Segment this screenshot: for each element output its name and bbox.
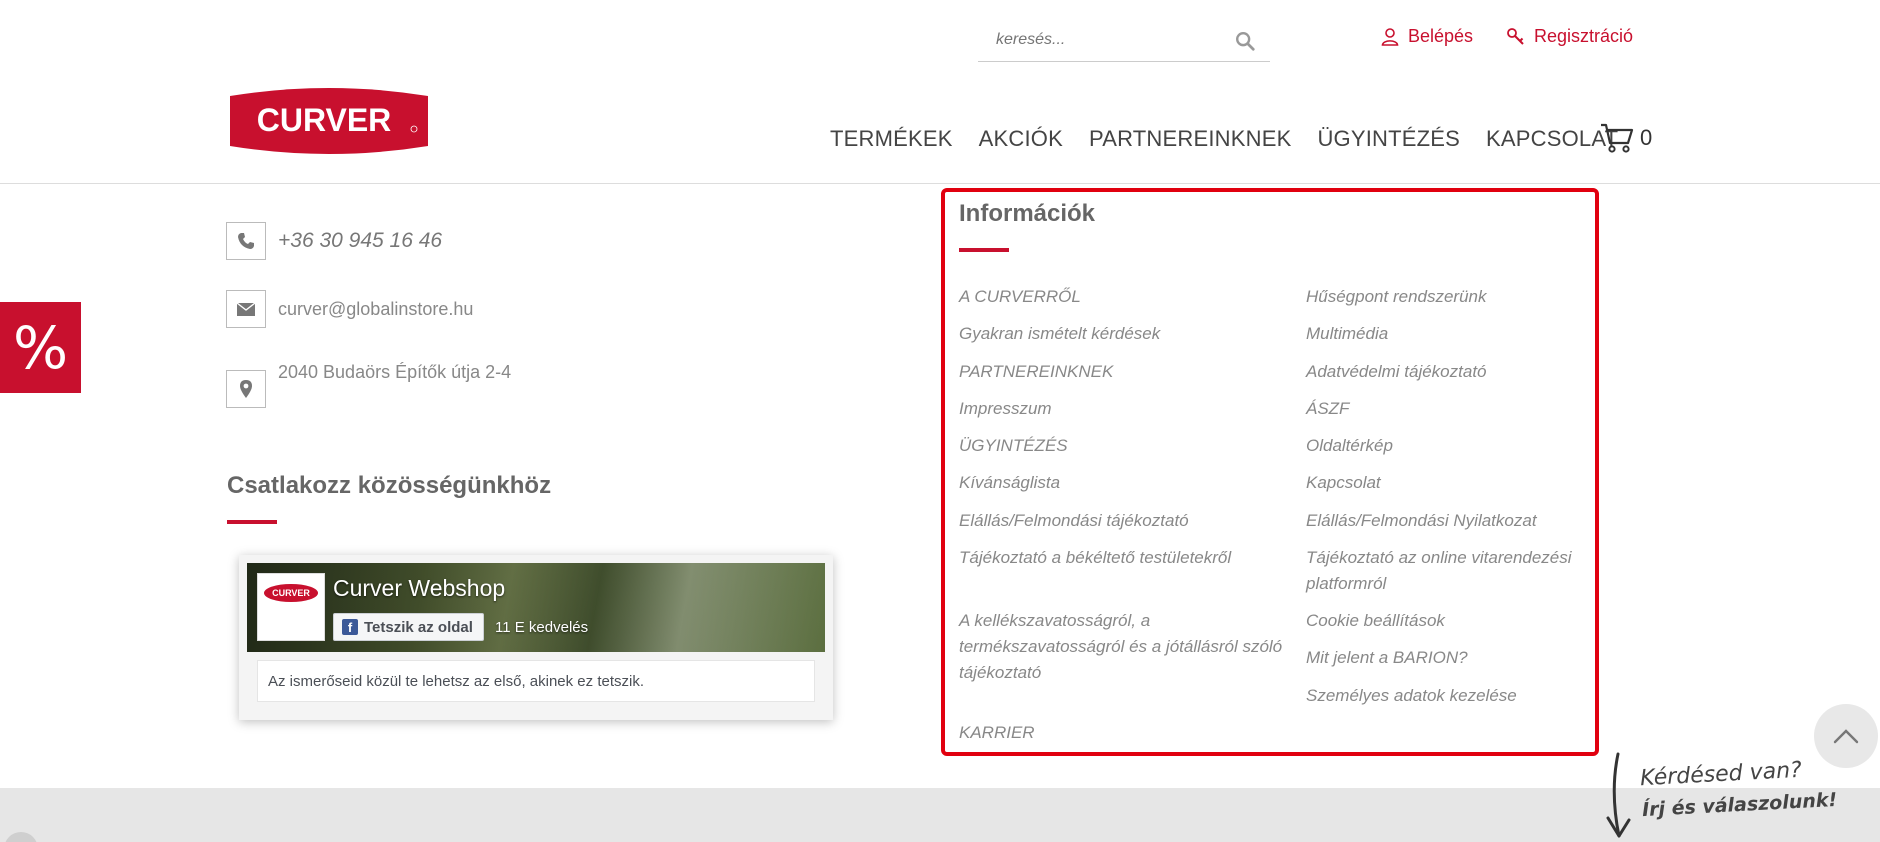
- contact-email-row: curver@globalinstore.hu: [226, 290, 473, 328]
- register-label: Regisztráció: [1534, 26, 1634, 46]
- info-link-privacy[interactable]: Adatvédelmi tájékoztató: [1306, 359, 1487, 385]
- nav-kapcsolat[interactable]: KAPCSOLAT: [1486, 126, 1618, 152]
- info-link-partners[interactable]: PARTNEREINKNEK: [959, 359, 1113, 385]
- facebook-like-label: Tetszik az oldal: [364, 618, 473, 636]
- facebook-page-name[interactable]: Curver Webshop: [333, 575, 505, 602]
- facebook-like-button[interactable]: f Tetszik az oldal: [333, 613, 484, 641]
- facebook-icon: f: [342, 619, 358, 635]
- facebook-page-widget: CURVER Curver Webshop f Tetszik az oldal…: [239, 555, 833, 720]
- search-icon[interactable]: [1234, 30, 1256, 52]
- info-link-arbitration-boards[interactable]: Tájékoztató a békéltető testületekről: [959, 545, 1289, 571]
- info-link-sitemap[interactable]: Oldaltérkép: [1306, 433, 1393, 459]
- info-link-withdrawal-info[interactable]: Elállás/Felmondási tájékoztató: [959, 508, 1189, 534]
- envelope-icon: [236, 302, 256, 316]
- info-link-about[interactable]: A CURVERRŐL: [959, 284, 1081, 310]
- register-link[interactable]: Regisztráció: [1506, 26, 1633, 47]
- phone-number[interactable]: +36 30 945 16 46: [278, 229, 442, 253]
- community-title: Csatlakozz közösségünkhöz: [227, 472, 552, 499]
- email-address[interactable]: curver@globalinstore.hu: [278, 299, 473, 320]
- promo-percent-button[interactable]: %: [0, 302, 81, 393]
- nav-termekek[interactable]: TERMÉKEK: [830, 126, 953, 152]
- site-header: Belépés Regisztráció CURVER TERMÉKEK AKC…: [0, 0, 1880, 184]
- cart-icon: [1601, 123, 1634, 153]
- cart-count: 0: [1640, 125, 1653, 150]
- info-link-personal-data[interactable]: Személyes adatok kezelése: [1306, 683, 1517, 709]
- postal-address: 2040 Budaörs Építők útja 2-4: [278, 361, 512, 382]
- percent-icon: %: [12, 313, 69, 382]
- map-pin-icon: [240, 380, 252, 398]
- email-icon-box: [226, 290, 266, 328]
- user-icon: [1381, 27, 1399, 46]
- login-link[interactable]: Belépés: [1380, 26, 1473, 47]
- scroll-to-top-button[interactable]: [1814, 704, 1878, 768]
- info-title-underline: [959, 248, 1009, 252]
- info-link-faq[interactable]: Gyakran ismételt kérdések: [959, 321, 1160, 347]
- search-input[interactable]: [978, 22, 1208, 58]
- chevron-up-icon: [1833, 729, 1859, 744]
- footer-band: [0, 788, 1880, 842]
- info-link-career[interactable]: KARRIER: [959, 720, 1035, 746]
- curver-logo[interactable]: CURVER: [226, 86, 432, 156]
- info-link-impressum[interactable]: Impresszum: [959, 396, 1052, 422]
- nav-partnereinknek[interactable]: PARTNEREINKNEK: [1089, 126, 1291, 152]
- info-link-terms[interactable]: ÁSZF: [1306, 396, 1349, 422]
- info-title: Információk: [959, 200, 1096, 227]
- info-link-barion[interactable]: Mit jelent a BARION?: [1306, 645, 1468, 671]
- phone-icon: [238, 233, 254, 249]
- info-link-warranty-info[interactable]: A kellékszavatosságról, a termékszavatos…: [959, 608, 1299, 686]
- key-icon: [1507, 27, 1524, 45]
- contact-phone-row: +36 30 945 16 46: [226, 222, 442, 260]
- mini-curver-logo: CURVER: [264, 584, 318, 602]
- address-icon-box: [226, 370, 266, 408]
- main-nav: TERMÉKEK AKCIÓK PARTNEREINKNEK ÜGYINTÉZÉ…: [830, 126, 1618, 152]
- facebook-cover-image[interactable]: CURVER Curver Webshop f Tetszik az oldal…: [247, 563, 825, 652]
- hand-drawn-arrow-icon: [1606, 752, 1631, 838]
- facebook-page-thumbnail[interactable]: CURVER: [257, 573, 325, 641]
- facebook-friends-text: Az ismerőseid közül te lehetsz az első, …: [257, 660, 815, 702]
- info-link-cookie-settings[interactable]: Cookie beállítások: [1306, 608, 1445, 634]
- info-link-wishlist[interactable]: Kívánságlista: [959, 470, 1060, 496]
- info-link-loyalty[interactable]: Hűségpont rendszerünk: [1306, 284, 1487, 310]
- community-title-underline: [227, 520, 277, 524]
- info-link-odr-platform[interactable]: Tájékoztató az online vitarendezési plat…: [1306, 545, 1596, 597]
- info-link-ugyintezes[interactable]: ÜGYINTÉZÉS: [959, 433, 1068, 459]
- contact-address-row: 2040 Budaörs Építők útja 2-4: [226, 356, 511, 408]
- facebook-like-count: 11 E kedvelés: [495, 619, 589, 636]
- search-box: [978, 22, 1270, 62]
- information-panel: Információk A CURVERRŐL Gyakran ismételt…: [941, 188, 1599, 756]
- cart-button[interactable]: 0: [1600, 122, 1652, 154]
- info-link-contact[interactable]: Kapcsolat: [1306, 470, 1381, 496]
- nav-akciok[interactable]: AKCIÓK: [979, 126, 1063, 152]
- info-link-multimedia[interactable]: Multimédia: [1306, 321, 1388, 347]
- nav-ugyintezes[interactable]: ÜGYINTÉZÉS: [1317, 126, 1460, 152]
- chat-question-text[interactable]: Kérdésed van?: [1639, 758, 1802, 791]
- info-link-withdrawal-form[interactable]: Elállás/Felmondási Nyilatkozat: [1306, 508, 1537, 534]
- phone-icon-box: [226, 222, 266, 260]
- login-label: Belépés: [1408, 26, 1474, 46]
- logo-text: CURVER: [257, 102, 392, 138]
